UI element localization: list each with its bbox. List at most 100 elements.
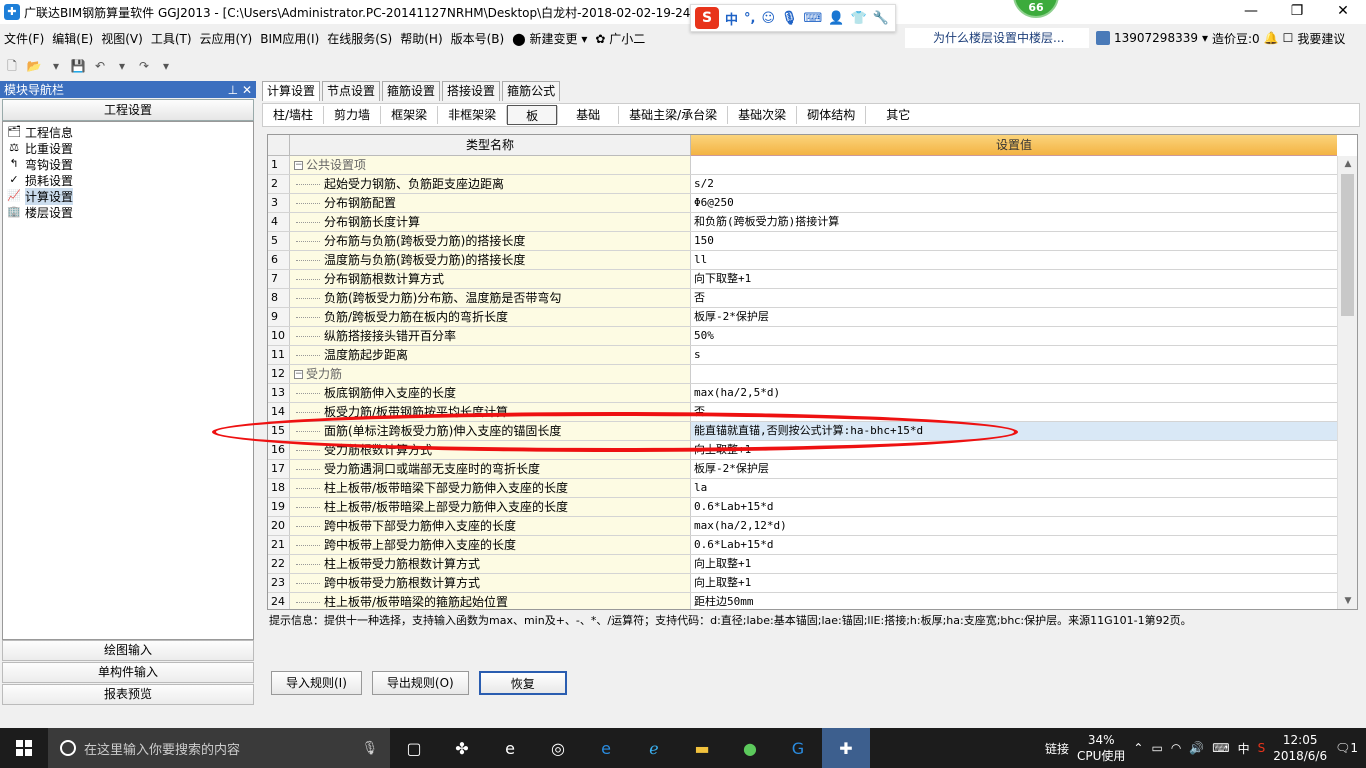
wifi-icon[interactable]: ◠ — [1171, 741, 1181, 755]
table-row[interactable]: 12− 受力筋 — [268, 365, 1337, 384]
table-row[interactable]: 18 柱上板带/板带暗梁下部受力筋伸入支座的长度 la — [268, 479, 1337, 498]
open-dropdown-icon[interactable]: ▾ — [48, 58, 64, 74]
account-dropdown-icon[interactable]: ▾ — [1202, 31, 1208, 45]
save-icon[interactable]: 💾 — [70, 58, 86, 74]
setting-value-cell[interactable]: s — [691, 346, 1337, 364]
tab-foundation-main-beam[interactable]: 基础主梁/承台梁 — [619, 105, 727, 125]
navigator-close-icon[interactable]: ✕ — [242, 83, 252, 97]
tray-expand-icon[interactable]: ⌃ — [1133, 741, 1143, 755]
tab-node-settings[interactable]: 节点设置 — [322, 81, 381, 101]
clock[interactable]: 12:05 2018/6/6 — [1273, 732, 1327, 764]
setting-name-cell[interactable]: 跨中板带下部受力筋伸入支座的长度 — [290, 517, 691, 535]
battery-icon[interactable]: ▭ — [1151, 741, 1162, 755]
ime-indicator[interactable]: 中 — [1238, 740, 1250, 757]
pin-icon[interactable]: ⊥ — [228, 83, 238, 97]
bell-icon[interactable]: 🔔 — [1264, 31, 1279, 45]
table-row[interactable]: 1− 公共设置项 — [268, 156, 1337, 175]
table-row[interactable]: 14 板受力筋/板带钢筋按平均长度计算 否 — [268, 403, 1337, 422]
microphone-icon[interactable]: 🎙 — [361, 741, 378, 756]
setting-name-cell[interactable]: − 公共设置项 — [290, 156, 691, 174]
setting-name-cell[interactable]: 跨中板带上部受力筋伸入支座的长度 — [290, 536, 691, 554]
new-file-icon[interactable]: 🗋 — [4, 58, 20, 74]
tree-item-ratio[interactable]: ⚖ 比重设置 — [7, 140, 249, 156]
setting-value-cell[interactable]: 否 — [691, 289, 1337, 307]
ime-voice-icon[interactable]: 🎙 — [781, 11, 798, 26]
tab-foundation[interactable]: 基础 — [558, 105, 618, 125]
setting-name-cell[interactable]: 板底钢筋伸入支座的长度 — [290, 384, 691, 402]
report-preview-button[interactable]: 报表预览 — [2, 684, 254, 705]
setting-value-cell[interactable]: 板厚-2*保护层 — [691, 460, 1337, 478]
table-row[interactable]: 23 跨中板带受力筋根数计算方式 向上取整+1 — [268, 574, 1337, 593]
setting-value-cell[interactable]: Φ6@250 — [691, 194, 1337, 212]
table-row[interactable]: 2 起始受力钢筋、负筋距支座边距离 s/2 — [268, 175, 1337, 194]
setting-value-cell[interactable]: 向下取整+1 — [691, 270, 1337, 288]
tab-frame-beam[interactable]: 框架梁 — [381, 105, 437, 125]
project-settings-button[interactable]: 工程设置 — [2, 99, 254, 121]
tree-item-loss[interactable]: ✓ 损耗设置 — [7, 172, 249, 188]
open-folder-icon[interactable]: 📂 — [26, 58, 42, 74]
ggj-app-icon[interactable]: ✚ — [822, 728, 870, 768]
setting-name-cell[interactable]: 受力筋遇洞口或端部无支座时的弯折长度 — [290, 460, 691, 478]
setting-value-cell[interactable]: 向上取整+1 — [691, 441, 1337, 459]
table-row[interactable]: 9 负筋/跨板受力筋在板内的弯折长度 板厚-2*保护层 — [268, 308, 1337, 327]
tree-item-hook[interactable]: ↰ 弯钩设置 — [7, 156, 249, 172]
setting-value-cell[interactable]: la — [691, 479, 1337, 497]
setting-value-cell[interactable]: max(ha/2,5*d) — [691, 384, 1337, 402]
close-button[interactable]: ✕ — [1320, 0, 1366, 24]
table-row[interactable]: 17 受力筋遇洞口或端部无支座时的弯折长度 板厚-2*保护层 — [268, 460, 1337, 479]
setting-name-cell[interactable]: 柱上板带受力筋根数计算方式 — [290, 555, 691, 573]
suggest-link[interactable]: 我要建议 — [1297, 30, 1345, 47]
keyboard-icon[interactable]: ⌨ — [1212, 741, 1229, 755]
tree-item-floor[interactable]: 🏢 楼层设置 — [7, 204, 249, 220]
tree-item-calc[interactable]: 📈 计算设置 — [7, 187, 249, 205]
table-row[interactable]: 22 柱上板带受力筋根数计算方式 向上取整+1 — [268, 555, 1337, 574]
scroll-up-icon[interactable]: ▲ — [1338, 156, 1357, 172]
table-row[interactable]: 16 受力筋根数计算方式 向上取整+1 — [268, 441, 1337, 460]
tab-column[interactable]: 柱/墙柱 — [263, 105, 323, 125]
start-button[interactable] — [0, 728, 48, 768]
sogou-logo-icon[interactable]: S — [695, 7, 719, 29]
table-row[interactable]: 13 板底钢筋伸入支座的长度 max(ha/2,5*d) — [268, 384, 1337, 403]
cpu-meter[interactable]: 34% CPU使用 — [1077, 732, 1125, 764]
ime-punct[interactable]: °, — [744, 11, 755, 26]
setting-value-cell[interactable]: 150 — [691, 232, 1337, 250]
tree-item-project-info[interactable]: 🗂 工程信息 — [7, 124, 249, 140]
setting-value-cell[interactable]: 和负筋(跨板受力筋)搭接计算 — [691, 213, 1337, 231]
ie-icon[interactable]: e — [582, 728, 630, 768]
setting-name-cell[interactable]: 纵筋搭接接头错开百分率 — [290, 327, 691, 345]
tab-stirrup-settings[interactable]: 箍筋设置 — [382, 81, 441, 101]
setting-name-cell[interactable]: 柱上板带/板带暗梁的箍筋起始位置 — [290, 593, 691, 609]
restore-button[interactable]: ❐ — [1274, 0, 1320, 24]
volume-icon[interactable]: 🔊 — [1189, 741, 1204, 755]
setting-value-cell[interactable]: 否 — [691, 403, 1337, 421]
scroll-thumb[interactable] — [1341, 174, 1354, 316]
table-row[interactable]: 6 温度筋与负筋(跨板受力筋)的搭接长度 ll — [268, 251, 1337, 270]
setting-value-cell[interactable]: 向上取整+1 — [691, 555, 1337, 573]
table-row[interactable]: 4 分布钢筋长度计算 和负筋(跨板受力筋)搭接计算 — [268, 213, 1337, 232]
setting-value-cell[interactable]: 0.6*Lab+15*d — [691, 498, 1337, 516]
setting-value-cell[interactable]: 0.6*Lab+15*d — [691, 536, 1337, 554]
menu-edit[interactable]: 编辑(E) — [48, 30, 97, 47]
sogou-tray-icon[interactable]: S — [1258, 741, 1266, 755]
import-rules-button[interactable]: 导入规则(I) — [271, 671, 362, 695]
setting-value-cell[interactable]: 距柱边50mm — [691, 593, 1337, 609]
collapse-icon[interactable]: − — [294, 161, 303, 170]
undo-dropdown-icon[interactable]: ▾ — [114, 58, 130, 74]
type-name-header[interactable]: 类型名称 — [290, 135, 691, 156]
setting-value-cell[interactable]: ll — [691, 251, 1337, 269]
tab-lap-settings[interactable]: 搭接设置 — [442, 81, 501, 101]
export-rules-button[interactable]: 导出规则(O) — [371, 671, 469, 695]
setting-name-cell[interactable]: 跨中板带受力筋根数计算方式 — [290, 574, 691, 592]
setting-name-cell[interactable]: 板受力筋/板带钢筋按平均长度计算 — [290, 403, 691, 421]
table-row[interactable]: 8 负筋(跨板受力筋)分布筋、温度筋是否带弯勾 否 — [268, 289, 1337, 308]
tab-stirrup-formula[interactable]: 箍筋公式 — [502, 81, 561, 101]
menu-view[interactable]: 视图(V) — [97, 30, 147, 47]
setting-name-cell[interactable]: 负筋(跨板受力筋)分布筋、温度筋是否带弯勾 — [290, 289, 691, 307]
setting-value-cell[interactable]: 板厚-2*保护层 — [691, 308, 1337, 326]
single-component-input-button[interactable]: 单构件输入 — [2, 662, 254, 683]
setting-name-cell[interactable]: 温度筋起步距离 — [290, 346, 691, 364]
task-view-icon[interactable]: ▢ — [390, 728, 438, 768]
setting-value-header[interactable]: 设置值 — [691, 135, 1337, 156]
menu-help[interactable]: 帮助(H) — [396, 30, 446, 47]
ime-tools-icon[interactable]: 🔧 — [873, 11, 889, 26]
